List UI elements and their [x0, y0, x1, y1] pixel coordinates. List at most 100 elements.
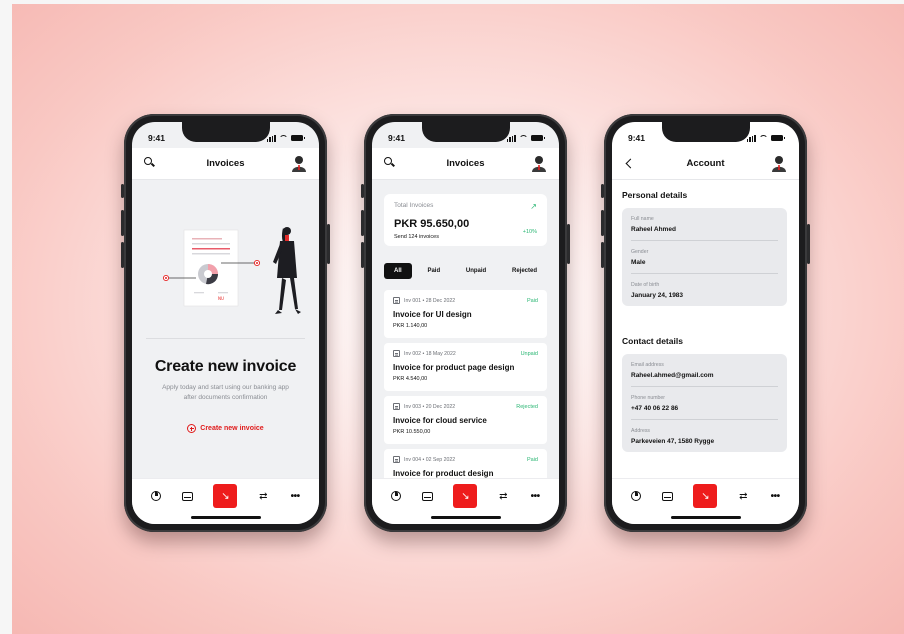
tab-analytics[interactable]: [630, 490, 642, 502]
tab-inbox[interactable]: [182, 490, 194, 502]
filter-all[interactable]: All: [384, 263, 412, 279]
field-value: Male: [631, 259, 646, 266]
search-button[interactable]: [384, 157, 396, 169]
invoice-title: Invoice for product design: [393, 469, 494, 478]
filter-rejected[interactable]: Rejected: [502, 263, 547, 279]
signal-icon: [506, 134, 516, 142]
invoice-title: Invoice for cloud service: [393, 416, 487, 425]
tray-icon: [422, 491, 434, 501]
filter-tabs: All Paid Unpaid Rejected: [384, 262, 547, 280]
phone-account: 9:41 Account Personal details Full name …: [601, 114, 810, 532]
side-button: [361, 184, 364, 198]
create-invoice-subtitle: Apply today and start using our banking …: [146, 383, 305, 403]
field-value: Parkeveien 47, 1580 Rygge: [631, 438, 715, 445]
invoice-meta: Inv 002 • 18 May 2022: [404, 350, 456, 357]
avatar[interactable]: [291, 154, 307, 172]
tab-analytics[interactable]: [390, 490, 402, 502]
battery-icon: [531, 135, 545, 141]
invoice-status: Unpaid: [520, 351, 538, 357]
personal-details-panel: Full name Raheel Ahmed Gender Male Date …: [622, 208, 787, 306]
invoice-card[interactable]: Inv 001 • 28 Dec 2022 Paid Invoice for U…: [384, 290, 547, 338]
transfer-icon: ↘: [221, 490, 230, 502]
swap-icon: ⇄: [739, 490, 748, 502]
invoice-card[interactable]: Inv 003 • 20 Dec 2022 Rejected Invoice f…: [384, 396, 547, 444]
side-button: [361, 210, 364, 236]
field-date-of-birth: Date of birth January 24, 1983: [631, 274, 778, 306]
tab-more[interactable]: •••: [289, 490, 301, 502]
home-indicator: [190, 516, 261, 519]
field-value: January 24, 1983: [631, 292, 684, 299]
field-label: Address: [631, 428, 651, 434]
field-label: Full name: [631, 216, 654, 222]
invoice-meta: Inv 004 • 02 Sep 2022: [404, 456, 456, 463]
field-email: Email address Raheel.ahmed@gmail.com: [631, 354, 778, 387]
tab-exchange[interactable]: ⇄: [737, 490, 749, 502]
screen: 9:41 Invoices NU Create new invoice Appl…: [132, 122, 319, 524]
side-button: [601, 184, 604, 198]
swap-icon: ⇄: [499, 490, 508, 502]
status-time: 9:41: [628, 133, 646, 143]
back-button[interactable]: [624, 157, 636, 169]
tab-exchange[interactable]: ⇄: [257, 490, 269, 502]
tab-inbox[interactable]: [422, 490, 434, 502]
pie-chart-icon: [630, 491, 641, 501]
page-title: Account: [686, 158, 725, 169]
avatar[interactable]: [531, 154, 547, 172]
invoice-title: Invoice for product page design: [393, 363, 515, 372]
transfer-icon: ↘: [701, 490, 710, 502]
tab-exchange[interactable]: ⇄: [497, 490, 509, 502]
more-icon: •••: [530, 490, 541, 502]
phone-invoices-list: 9:41 Invoices Total Invoices PKR 95.650,…: [361, 114, 570, 532]
document-icon: [393, 403, 400, 410]
filter-unpaid[interactable]: Unpaid: [456, 263, 496, 279]
invoice-title: Invoice for UI design: [393, 310, 472, 319]
side-button: [601, 242, 604, 268]
trend-up-icon: ↗: [530, 202, 537, 211]
invoice-meta: Inv 003 • 20 Dec 2022: [404, 403, 456, 410]
page-title: Invoices: [446, 158, 485, 169]
swap-icon: ⇄: [259, 490, 268, 502]
personal-details-heading: Personal details: [622, 190, 688, 200]
background: 9:41 Invoices NU Create new invoice Appl…: [12, 4, 904, 634]
search-button[interactable]: [144, 157, 156, 169]
side-button: [361, 242, 364, 268]
tab-more[interactable]: •••: [529, 490, 541, 502]
avatar[interactable]: [771, 154, 787, 172]
filter-paid[interactable]: Paid: [417, 263, 450, 279]
document-icon: [393, 350, 400, 357]
screen: 9:41 Account Personal details Full name …: [612, 122, 799, 524]
subtitle-line: Apply today and start using our banking …: [162, 384, 289, 391]
contact-details-panel: Email address Raheel.ahmed@gmail.com Pho…: [622, 354, 787, 452]
pie-chart-icon: [150, 491, 161, 501]
invoice-card[interactable]: Inv 002 • 18 May 2022 Unpaid Invoice for…: [384, 343, 547, 391]
total-invoices-card[interactable]: Total Invoices PKR 95.650,00 Send 124 in…: [384, 194, 547, 246]
side-button: [807, 224, 810, 264]
status-time: 9:41: [388, 133, 406, 143]
invoice-status: Paid: [526, 457, 538, 463]
tab-inbox[interactable]: [662, 490, 674, 502]
subtitle-line: after documents confirmation: [183, 394, 268, 401]
create-invoice-heading: Create new invoice: [154, 358, 297, 375]
invoice-amount: PKR 10.550,00: [393, 429, 431, 435]
tray-icon: [662, 491, 674, 501]
tab-more[interactable]: •••: [769, 490, 781, 502]
document-icon: [393, 456, 400, 463]
pie-chart-icon: [390, 491, 401, 501]
field-value: +47 40 06 22 86: [631, 405, 679, 412]
tab-transfer[interactable]: ↘: [453, 484, 478, 508]
home-indicator: [670, 516, 741, 519]
field-gender: Gender Male: [631, 241, 778, 274]
search-icon: [144, 157, 154, 167]
create-invoice-label: Create new invoice: [200, 425, 264, 432]
battery-icon: [291, 135, 305, 141]
side-button: [121, 184, 124, 198]
invoice-status: Paid: [526, 298, 538, 304]
tab-transfer[interactable]: ↘: [213, 484, 238, 508]
plus-circle-icon: [187, 424, 197, 433]
create-invoice-button[interactable]: Create new invoice: [132, 424, 319, 433]
field-phone: Phone number +47 40 06 22 86: [631, 387, 778, 420]
tab-transfer[interactable]: ↘: [693, 484, 718, 508]
screen: 9:41 Invoices Total Invoices PKR 95.650,…: [372, 122, 559, 524]
total-amount: PKR 95.650,00: [394, 218, 470, 230]
tab-analytics[interactable]: [150, 490, 162, 502]
